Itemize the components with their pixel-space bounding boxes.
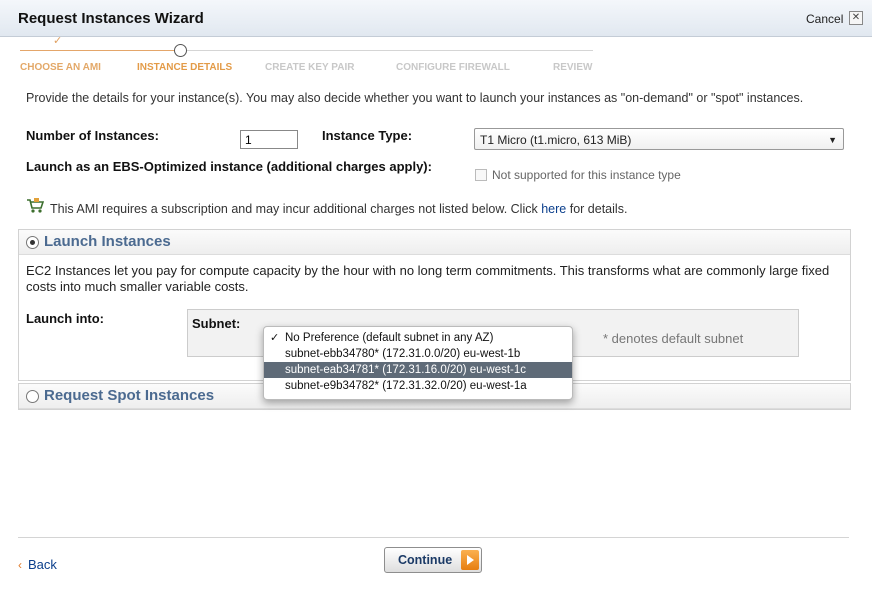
progress-fill [20, 50, 180, 51]
subscription-note: This AMI requires a subscription and may… [50, 202, 627, 216]
step-create-key-pair: CREATE KEY PAIR [265, 62, 355, 73]
subnet-option-label: subnet-eab34781* (172.31.16.0/20) eu-wes… [285, 364, 527, 376]
subscription-note-text: This AMI requires a subscription and may… [50, 202, 538, 216]
dialog-title: Request Instances Wizard [18, 10, 204, 27]
cart-icon [26, 198, 45, 218]
subnet-option-label: subnet-e9b34782* (172.31.32.0/20) eu-wes… [285, 380, 527, 392]
intro-text: Provide the details for your instance(s)… [26, 91, 804, 105]
subnet-option-label: subnet-ebb34780* (172.31.0.0/20) eu-west… [285, 348, 521, 360]
ebs-optimized-checkbox[interactable] [475, 169, 487, 181]
back-label: Back [28, 557, 57, 572]
spot-instances-title: Request Spot Instances [44, 387, 215, 404]
cancel-link[interactable]: Cancel [806, 12, 843, 26]
current-step-marker [174, 44, 187, 57]
step-choose-ami: CHOOSE AN AMI [20, 62, 101, 73]
continue-label: Continue [398, 553, 453, 567]
step-configure-firewall: CONFIGURE FIREWALL [396, 62, 510, 73]
arrow-right-icon [461, 550, 479, 570]
subnet-option-e9b34782[interactable]: subnet-e9b34782* (172.31.32.0/20) eu-wes… [264, 378, 572, 394]
chevron-down-icon: ▼ [828, 135, 837, 145]
step-instance-details: INSTANCE DETAILS [137, 62, 233, 73]
step-review: REVIEW [553, 62, 593, 73]
launch-description: EC2 Instances let you pay for compute ca… [26, 263, 830, 294]
launch-instances-header[interactable]: Launch Instances [19, 230, 850, 255]
spot-instances-radio[interactable] [26, 390, 39, 403]
ebs-checkbox-label: Not supported for this instance type [492, 168, 681, 182]
instance-type-label: Instance Type: [322, 128, 413, 143]
instance-type-select[interactable]: T1 Micro (t1.micro, 613 MiB) ▼ [474, 128, 844, 150]
num-instances-label: Number of Instances: [26, 128, 159, 143]
dialog-titlebar: Request Instances Wizard Cancel ✕ [0, 0, 872, 37]
close-icon[interactable]: ✕ [849, 11, 863, 25]
subscription-details-link[interactable]: here [541, 202, 566, 216]
chevron-left-icon: ‹ [18, 558, 22, 572]
launch-instances-radio[interactable] [26, 236, 39, 249]
num-instances-input[interactable] [240, 130, 298, 149]
back-link[interactable]: ‹ Back [18, 557, 57, 572]
default-subnet-note: * denotes default subnet [603, 331, 744, 346]
subnet-option-no-preference[interactable]: ✓ No Preference (default subnet in any A… [264, 330, 572, 346]
launch-instances-title: Launch Instances [44, 233, 171, 250]
subnet-dropdown-menu[interactable]: ✓ No Preference (default subnet in any A… [263, 326, 573, 400]
subscription-note-suffix: for details. [569, 202, 628, 216]
check-icon: ✓ [270, 332, 280, 344]
subnet-label: Subnet: [192, 316, 241, 331]
subnet-option-label: No Preference (default subnet in any AZ) [285, 332, 494, 344]
subnet-option-eab34781[interactable]: subnet-eab34781* (172.31.16.0/20) eu-wes… [264, 362, 572, 378]
ebs-optimized-label: Launch as an EBS-Optimized instance (add… [26, 159, 432, 174]
continue-button[interactable]: Continue [384, 547, 482, 573]
launch-into-label: Launch into: [26, 311, 104, 326]
instance-type-value: T1 Micro (t1.micro, 613 MiB) [480, 133, 632, 147]
step-done-check-icon: ✓ [53, 35, 63, 47]
footer-divider [18, 537, 849, 538]
subnet-option-ebb34780[interactable]: subnet-ebb34780* (172.31.0.0/20) eu-west… [264, 346, 572, 362]
